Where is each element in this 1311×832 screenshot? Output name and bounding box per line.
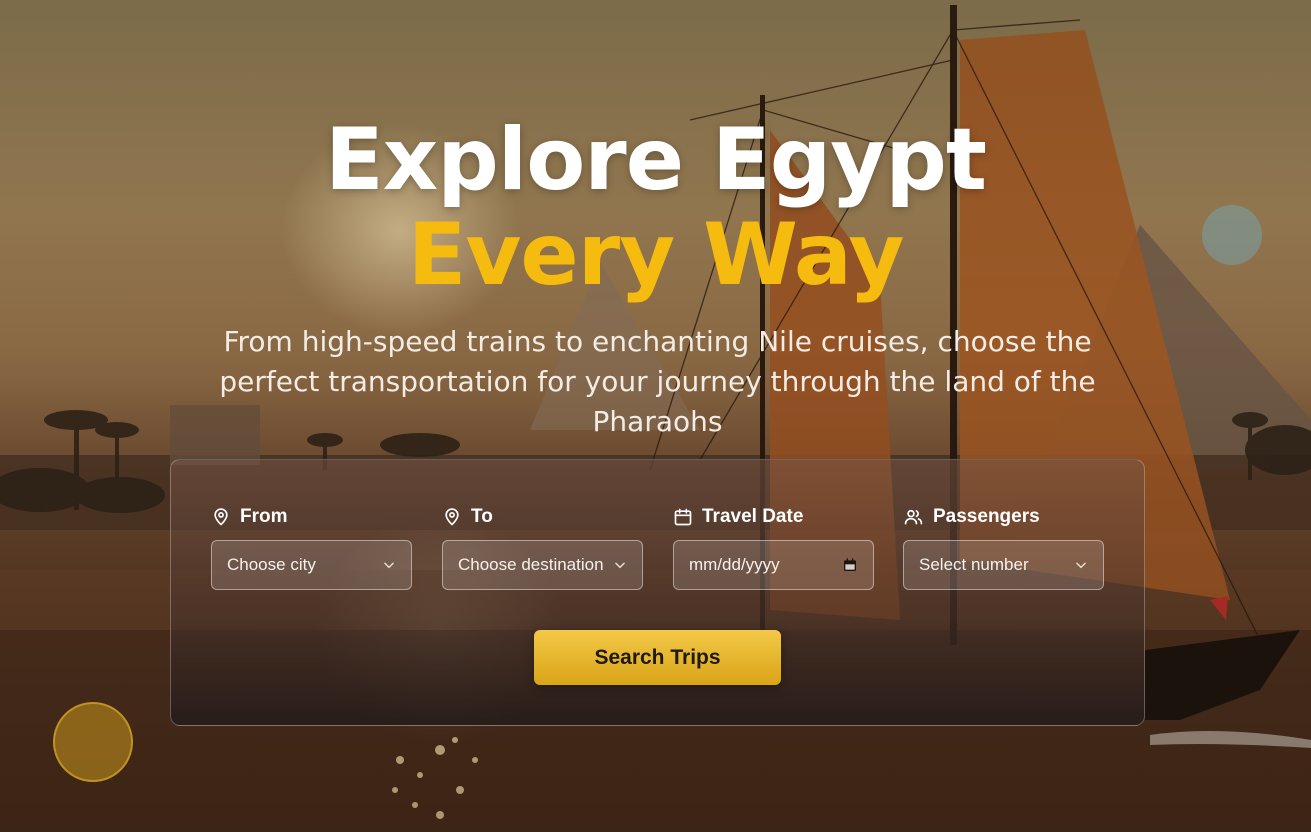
passengers-select-value: Select number: [919, 555, 1029, 574]
search-trips-button[interactable]: Search Trips: [534, 630, 781, 685]
to-field: To Choose destination: [442, 503, 643, 590]
to-select[interactable]: Choose destination: [442, 540, 643, 590]
to-label: To: [442, 503, 643, 531]
chevron-down-icon: [1076, 562, 1086, 569]
passengers-label-text: Passengers: [933, 506, 1040, 527]
from-select[interactable]: Choose city: [211, 540, 412, 590]
chevron-down-icon: [615, 562, 625, 569]
to-label-text: To: [471, 506, 493, 527]
chevron-down-icon: [384, 562, 394, 569]
map-pin-icon: [445, 508, 459, 526]
date-label: Travel Date: [673, 503, 874, 531]
passengers-label: Passengers: [903, 503, 1104, 531]
hero-title: Explore Egypt: [324, 110, 987, 210]
map-pin-icon: [214, 508, 228, 526]
users-icon: [904, 509, 923, 525]
passengers-select[interactable]: Select number: [903, 540, 1104, 590]
hero-subtitle: From high-speed trains to enchanting Nil…: [219, 325, 1096, 438]
passengers-field: Passengers Select number: [903, 503, 1104, 590]
from-field: From Choose city: [211, 503, 412, 590]
decorative-circle-gold: [53, 702, 133, 782]
travel-date-input[interactable]: mm/dd/yyyy: [673, 540, 874, 590]
date-field: Travel Date mm/dd/yyyy: [673, 503, 874, 590]
travel-date-value: mm/dd/yyyy: [689, 555, 780, 574]
calendar-picker-icon[interactable]: [842, 557, 858, 573]
from-label-text: From: [240, 506, 288, 527]
search-panel: [170, 459, 1145, 726]
to-select-value: Choose destination: [458, 555, 604, 574]
from-label: From: [211, 503, 412, 531]
calendar-icon: [674, 508, 692, 526]
from-select-value: Choose city: [227, 555, 316, 574]
hero-title-accent: Every Way: [407, 205, 905, 305]
date-label-text: Travel Date: [702, 506, 804, 527]
